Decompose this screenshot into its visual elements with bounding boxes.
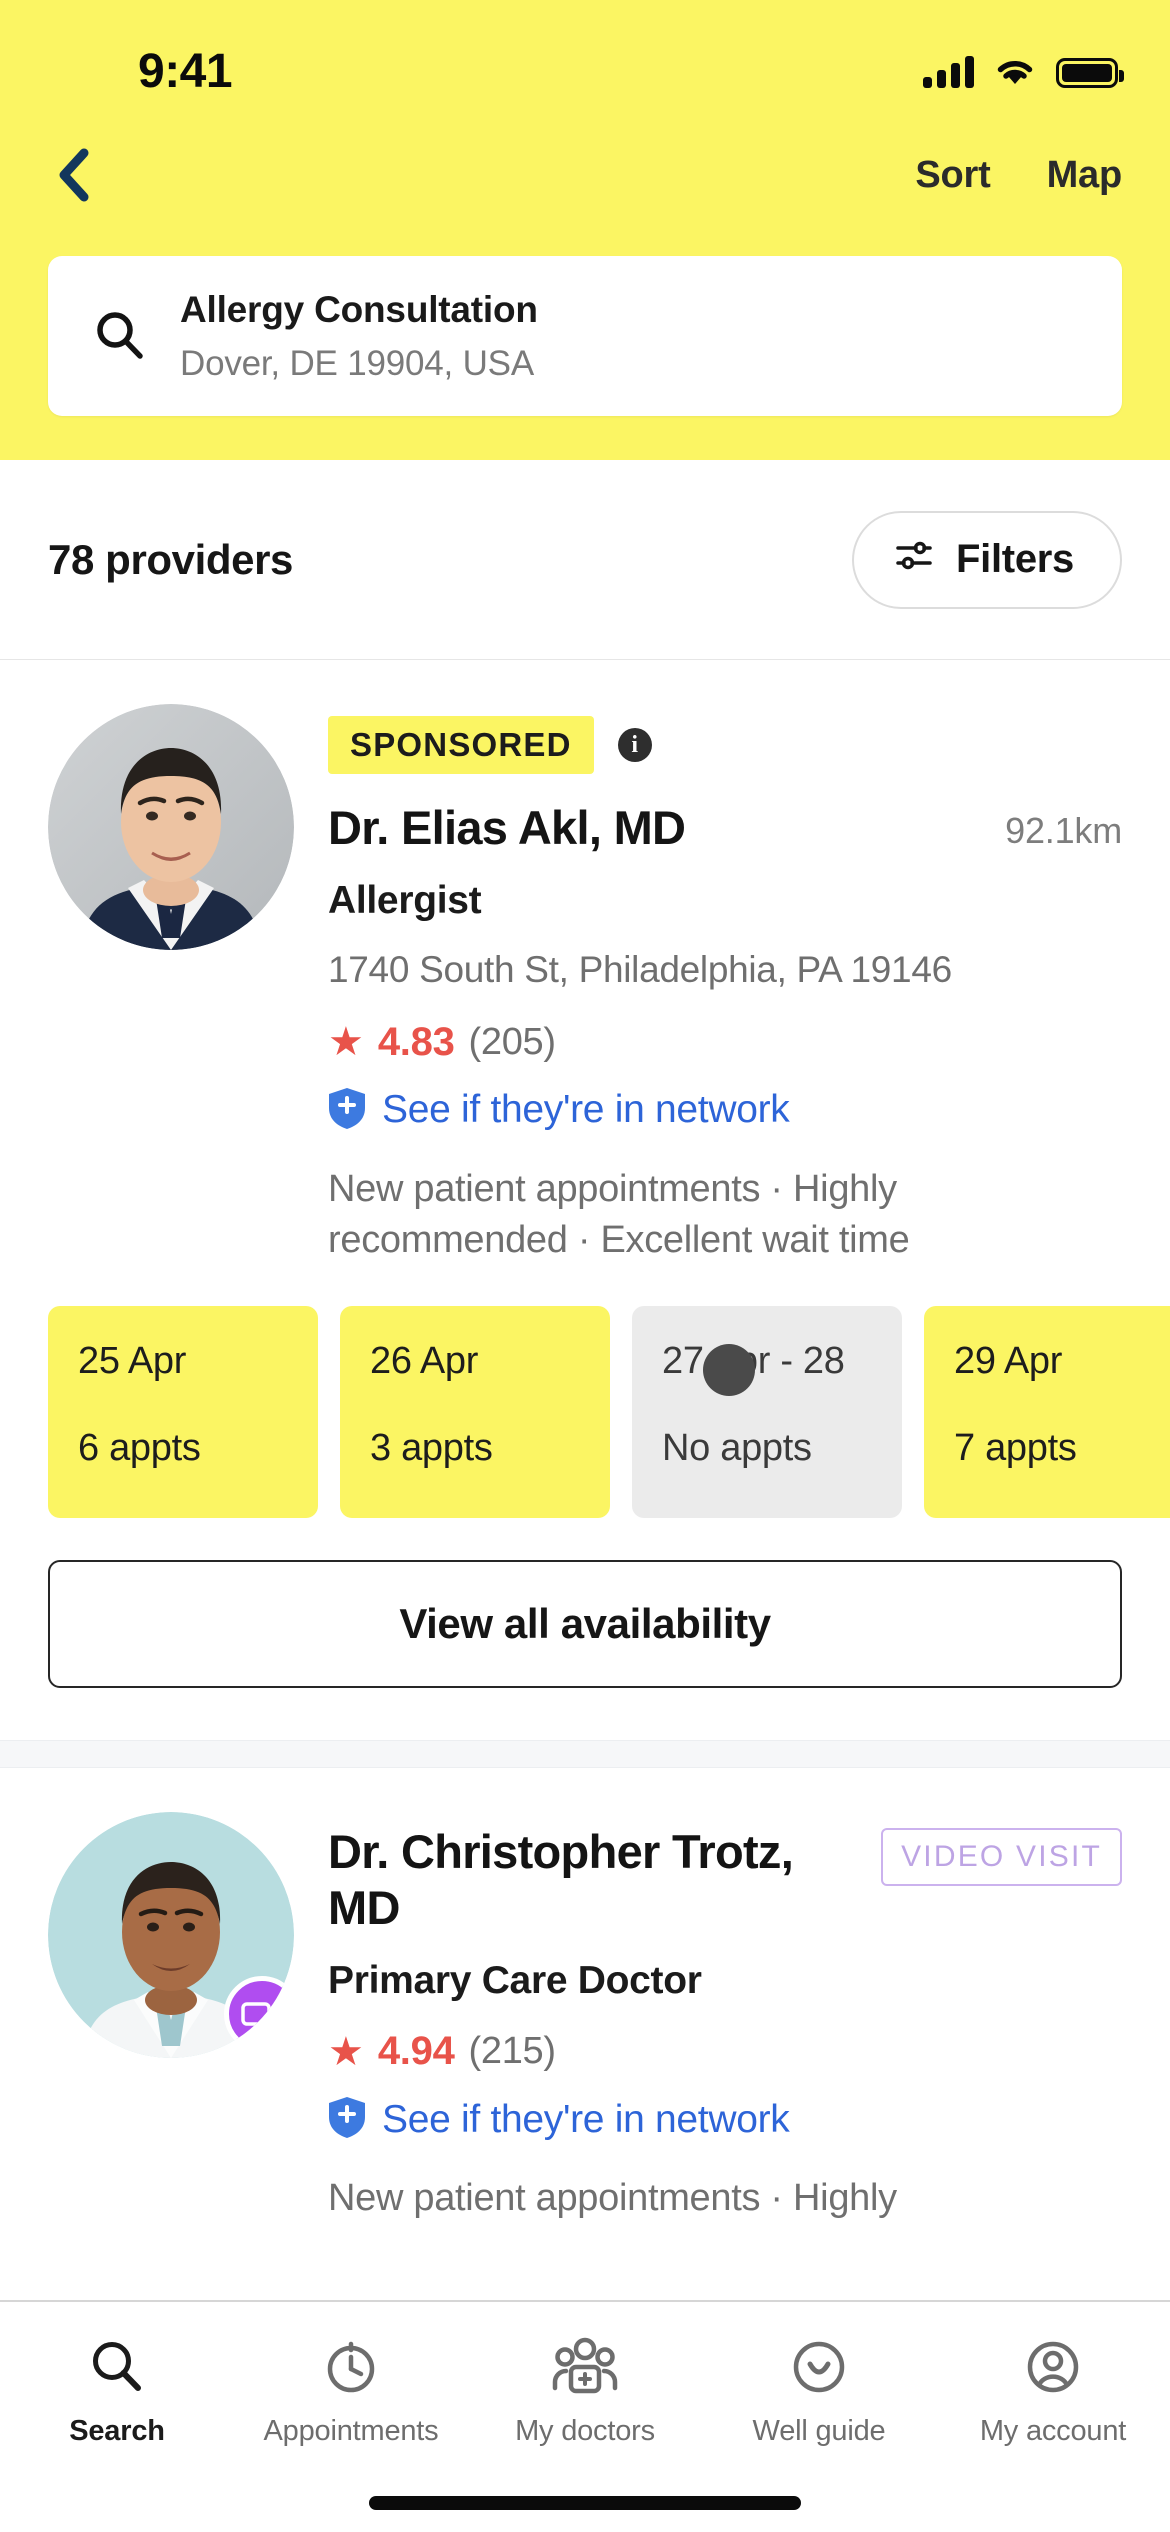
provider-info: Dr. Christopher Trotz, MD VIDEO VISIT Pr… <box>328 1812 1122 2224</box>
view-all-availability-button[interactable]: View all availability <box>48 1560 1122 1689</box>
tab-my-account[interactable]: My account <box>953 2336 1153 2448</box>
tab-label: My account <box>979 2415 1127 2447</box>
doctor-photo <box>48 704 294 950</box>
provider-tags: New patient appointments · Highly recomm… <box>328 1167 910 1261</box>
provider-info: SPONSORED i Dr. Elias Akl, MD 92.1km All… <box>328 704 1122 1266</box>
home-indicator <box>369 2496 801 2510</box>
provider-distance: 92.1km <box>1005 810 1122 851</box>
avatar <box>48 1812 294 2059</box>
provider-name: Dr. Elias Akl, MD <box>328 801 686 854</box>
sort-button[interactable]: Sort <box>915 154 990 197</box>
nav-row: Sort Map <box>0 120 1170 230</box>
status-bar-icons <box>923 48 1124 88</box>
rating-value: 4.83 <box>377 1019 455 1064</box>
name-row: Dr. Christopher Trotz, MD VIDEO VISIT <box>328 1824 1122 1935</box>
provider-specialty: Primary Care Doctor <box>328 1959 702 2003</box>
bottom-tab-bar: Search Appointments My doctors Well guid… <box>0 2300 1170 2532</box>
in-network-label: See if they're in network <box>382 2097 790 2141</box>
tab-appointments[interactable]: Appointments <box>251 2336 451 2448</box>
rating-row: ★ 4.94 (215) <box>328 2029 1122 2074</box>
avatar <box>48 704 294 950</box>
rating-row: ★ 4.83 (205) <box>328 1020 1122 1065</box>
back-button[interactable] <box>40 140 110 210</box>
appointment-count: 7 appts <box>954 1427 1077 1470</box>
status-bar-time: 9:41 <box>138 45 233 98</box>
in-network-link[interactable]: See if they're in network <box>328 1087 1122 1134</box>
in-network-link[interactable]: See if they're in network <box>328 2096 1122 2143</box>
tab-my-doctors[interactable]: My doctors <box>485 2336 685 2448</box>
shield-plus-icon <box>328 2096 366 2143</box>
status-bar: 9:41 <box>0 0 1170 120</box>
search-bar[interactable]: Allergy Consultation Dover, DE 19904, US… <box>48 256 1122 416</box>
provider-name: Dr. Christopher Trotz, MD <box>328 1825 794 1934</box>
provider-specialty: Allergist <box>328 879 482 923</box>
in-network-label: See if they're in network <box>382 1088 790 1132</box>
battery-icon <box>1056 58 1124 88</box>
sliders-icon <box>894 535 934 585</box>
provider-card[interactable]: SPONSORED i Dr. Elias Akl, MD 92.1km All… <box>0 660 1170 1769</box>
tab-label: Appointments <box>263 2415 439 2447</box>
smiley-icon <box>788 2336 850 2403</box>
sponsored-row: SPONSORED i <box>328 716 1122 774</box>
shield-plus-icon <box>328 1087 366 1134</box>
appointment-date: 27 Apr - 28 <box>662 1340 845 1383</box>
video-visit-badge: VIDEO VISIT <box>881 1828 1122 1887</box>
cellular-signal-icon <box>923 56 974 88</box>
appointment-tile[interactable]: 26 Apr 3 appts <box>340 1306 610 1519</box>
filters-label: Filters <box>956 537 1074 581</box>
name-row: Dr. Elias Akl, MD 92.1km <box>328 800 1122 855</box>
appointment-date: 26 Apr <box>370 1340 479 1383</box>
appointment-count: No appts <box>662 1427 812 1470</box>
appointment-count: 6 appts <box>78 1427 201 1470</box>
review-count: (205) <box>468 1020 557 1063</box>
tab-label: My doctors <box>515 2415 655 2447</box>
appointment-tile-unavailable[interactable]: 27 Apr - 28 No appts <box>632 1306 902 1519</box>
appointment-tile[interactable]: 29 Apr 7 appts <box>924 1306 1170 1519</box>
star-icon: ★ <box>328 2029 364 2074</box>
star-icon: ★ <box>328 1020 364 1065</box>
video-camera-icon <box>224 1976 294 2053</box>
results-bar: 78 providers Filters <box>0 460 1170 660</box>
provider-address: 1740 South St, Philadelphia, PA 19146 <box>328 949 952 991</box>
rating-value: 4.94 <box>377 2029 455 2074</box>
filters-button[interactable]: Filters <box>852 510 1122 609</box>
provider-count: 78 providers <box>48 535 293 583</box>
search-icon <box>86 2336 148 2403</box>
appointment-tile[interactable]: 25 Apr 6 appts <box>48 1306 318 1519</box>
info-icon[interactable]: i <box>617 728 652 762</box>
review-count: (215) <box>468 2030 557 2073</box>
user-circle-icon <box>1022 2336 1084 2403</box>
search-text: Allergy Consultation Dover, DE 19904, US… <box>180 286 538 387</box>
provider-tags: New patient appointments · Highly <box>328 2177 897 2220</box>
search-header: 9:41 Sort Map Allergy Consultation Dover… <box>0 0 1170 460</box>
sponsored-badge: SPONSORED <box>328 716 594 774</box>
appointment-date: 29 Apr <box>954 1340 1063 1383</box>
clock-icon <box>320 2336 382 2403</box>
appointment-strip[interactable]: 25 Apr 6 appts 26 Apr 3 appts 27 Apr - 2… <box>0 1266 1170 1519</box>
card-divider <box>0 1740 1170 1769</box>
search-icon <box>90 306 166 366</box>
tab-label: Well guide <box>752 2415 886 2447</box>
appointment-date: 25 Apr <box>78 1340 187 1383</box>
tab-label: Search <box>69 2415 165 2447</box>
nav-actions: Sort Map <box>915 154 1122 197</box>
search-query: Allergy Consultation <box>180 288 538 330</box>
provider-card[interactable]: Dr. Christopher Trotz, MD VIDEO VISIT Pr… <box>0 1768 1170 2225</box>
app-screen: 9:41 Sort Map Allergy Consultation Dover… <box>0 0 1170 2532</box>
tab-well-guide[interactable]: Well guide <box>719 2336 919 2448</box>
map-button[interactable]: Map <box>1047 154 1123 197</box>
people-plus-icon <box>552 2336 618 2403</box>
tab-search[interactable]: Search <box>17 2336 217 2448</box>
wifi-icon <box>994 56 1036 88</box>
search-location: Dover, DE 19904, USA <box>180 343 534 383</box>
appointment-count: 3 appts <box>370 1427 493 1470</box>
